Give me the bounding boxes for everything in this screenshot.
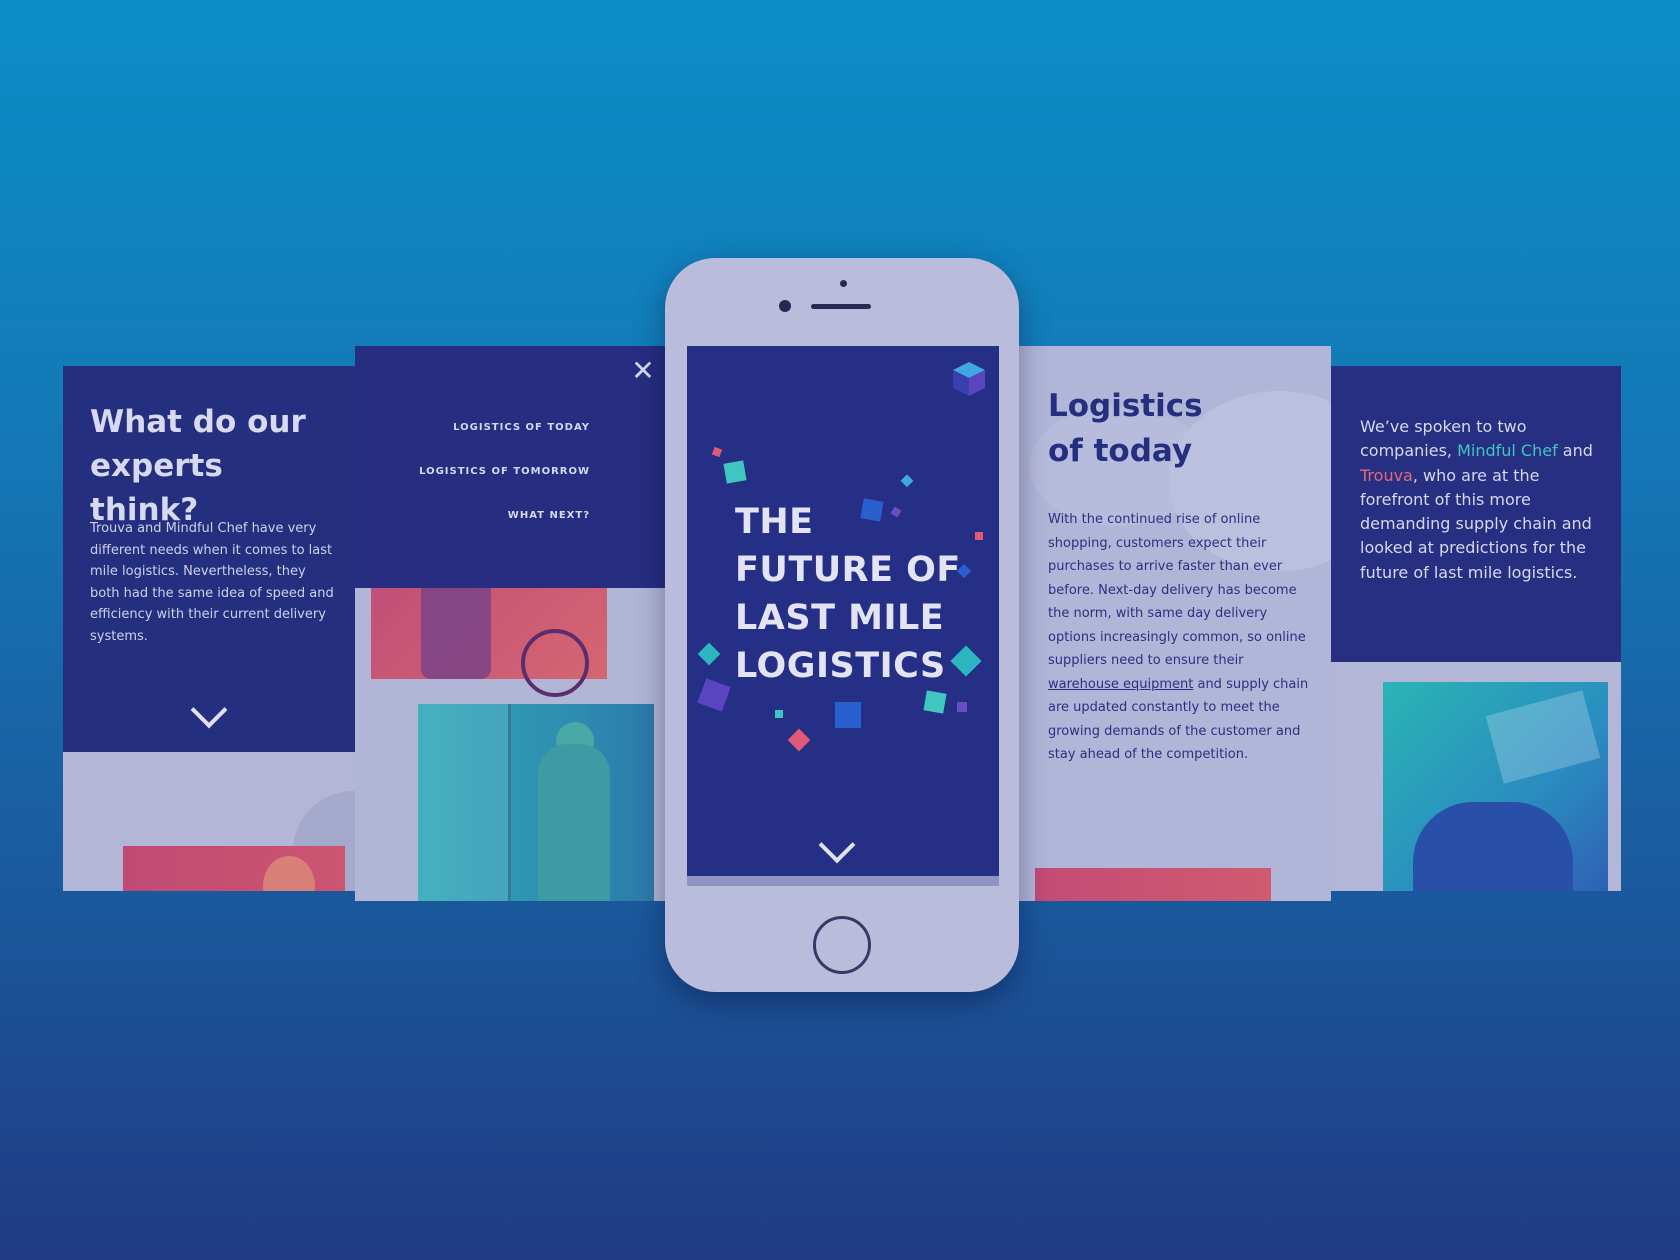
today-heading: Logistics of today [1048,384,1248,474]
companies-body: We’ve spoken to two companies, Mindful C… [1360,415,1610,585]
hero-title-line: LOGISTICS [735,646,946,686]
photo-cyclist [371,584,607,697]
panel-companies: We’ve spoken to two companies, Mindful C… [1331,366,1621,891]
today-heading-line1: Logistics [1048,388,1203,424]
menu-item-logistics-today[interactable]: LOGISTICS OF TODAY [419,421,590,435]
photo-scooter-courier [1383,682,1608,891]
photo-figure [421,584,491,679]
phone-screen: THE FUTURE OF LAST MILE LOGISTICS [687,346,999,886]
hero-title-line: LAST MILE [735,598,945,638]
photo-strip [1035,868,1271,901]
photo-figure [263,856,315,891]
hero-title-line: FUTURE OF [735,550,961,590]
experts-heading: What do our experts think? [90,404,306,528]
phone-camera [779,300,791,312]
today-body-text: With the continued rise of online shoppi… [1048,512,1306,668]
photo-figure [1413,802,1573,891]
experts-section: What do our experts think? Trouva and Mi… [63,366,355,752]
photo-parcel [1485,690,1601,784]
home-button[interactable] [813,916,871,974]
today-heading-line2: of today [1048,433,1193,469]
brand-mindful-chef: Mindful Chef [1457,441,1558,461]
hero-title-line: THE [735,502,814,542]
photo-wheel [521,629,589,697]
menu-list: LOGISTICS OF TODAY LOGISTICS OF TOMORROW… [419,421,590,553]
hero-title: THE FUTURE OF LAST MILE LOGISTICS [735,498,985,690]
phone-sensor [840,280,847,287]
companies-text: and [1557,441,1593,461]
panel-logistics-today: Logistics of today With the continued ris… [1019,346,1331,901]
photo-figure [538,744,610,901]
photo-delivery-van [418,704,654,901]
phone-mockup: THE FUTURE OF LAST MILE LOGISTICS [665,258,1019,992]
experts-body: Trouva and Mindful Chef have very differ… [90,521,334,644]
chevron-down-icon[interactable] [190,691,228,729]
brand-trouva: Trouva [1360,465,1413,485]
phone-speaker [811,304,871,309]
nav-menu: ✕ LOGISTICS OF TODAY LOGISTICS OF TOMORR… [355,346,665,588]
menu-item-logistics-tomorrow[interactable]: LOGISTICS OF TOMORROW [419,465,590,479]
screen-bottom-strip [687,876,999,886]
photo-van-door [418,704,511,901]
photo-courier [123,846,345,891]
menu-item-what-next[interactable]: WHAT NEXT? [419,509,590,523]
close-icon[interactable]: ✕ [630,357,656,385]
companies-section: We’ve spoken to two companies, Mindful C… [1331,366,1621,662]
warehouse-equipment-link[interactable]: warehouse equipment [1048,677,1193,692]
panel-menu: ✕ LOGISTICS OF TODAY LOGISTICS OF TOMORR… [355,346,665,901]
panel-experts: What do our experts think? Trouva and Mi… [63,366,355,891]
today-body: With the continued rise of online shoppi… [1048,508,1310,767]
